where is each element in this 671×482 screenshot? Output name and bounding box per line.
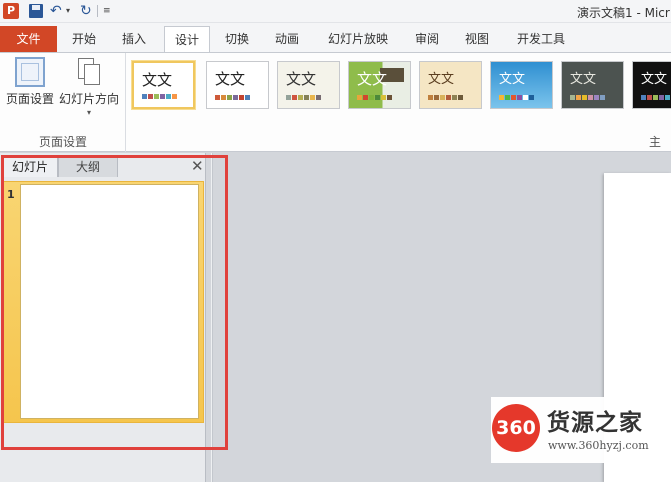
- theme-color-swatches: [570, 95, 616, 101]
- redo-icon[interactable]: ↻: [80, 3, 92, 19]
- ribbon: 页面设置 幻灯片方向 ▾ 页面设置 文文 文文 文文 文文 文文 文文 文文 文…: [0, 52, 671, 166]
- panel-splitter[interactable]: [211, 153, 213, 482]
- tab-home[interactable]: 开始: [67, 26, 101, 52]
- theme-color-swatches: [215, 95, 261, 101]
- tab-file[interactable]: 文件: [0, 26, 57, 52]
- tab-transitions[interactable]: 切换: [220, 26, 254, 52]
- tab-animations[interactable]: 动画: [270, 26, 304, 52]
- watermark-logo: 360: [492, 404, 540, 452]
- page-setup-icon: [15, 57, 45, 87]
- themes-group: 文文 文文 文文 文文 文文 文文 文文 文文 主: [127, 53, 671, 166]
- tab-developer[interactable]: 开发工具: [512, 26, 570, 52]
- panel-tabs: 幻灯片 大纲 ✕: [0, 155, 206, 177]
- slide-thumbnail[interactable]: [20, 184, 199, 419]
- page-setup-label: 页面设置: [5, 92, 54, 106]
- theme-sample-text: 文文: [215, 70, 246, 88]
- tab-view[interactable]: 视图: [460, 26, 494, 52]
- theme-color-swatches: [357, 95, 403, 101]
- slide-orientation-label: 幻灯片方向: [58, 92, 119, 106]
- page-setup-button[interactable]: 页面设置: [4, 57, 56, 107]
- title-bar: P ↶ ▾ ↻ ≡ 演示文稿1 - Micr: [0, 0, 671, 23]
- theme-color-swatches: [641, 95, 671, 101]
- theme-sample-text: 文文: [499, 72, 526, 87]
- chevron-down-icon: ▾: [86, 108, 91, 117]
- tab-slides[interactable]: 幻灯片: [2, 155, 58, 177]
- theme-thumbnail-2[interactable]: 文文: [206, 61, 269, 109]
- powerpoint-app-icon[interactable]: P: [3, 3, 19, 19]
- theme-thumbnail-3[interactable]: 文文: [277, 61, 340, 109]
- watermark-name: 货源之家: [547, 410, 643, 436]
- page-setup-group-caption: 页面设置: [38, 135, 87, 149]
- tab-slideshow[interactable]: 幻灯片放映: [325, 26, 391, 52]
- theme-thumbnail-8[interactable]: 文文: [632, 61, 671, 109]
- theme-thumbnail-office[interactable]: 文文: [132, 61, 195, 109]
- tab-review[interactable]: 审阅: [410, 26, 444, 52]
- window-title: 演示文稿1 - Micr: [577, 6, 670, 20]
- theme-color-swatches: [428, 95, 474, 101]
- theme-color-swatches: [286, 95, 332, 101]
- undo-dropdown-icon[interactable]: ▾: [66, 3, 70, 19]
- ribbon-tab-row: 文件 开始 插入 设计 切换 动画 幻灯片放映 审阅 视图 开发工具: [0, 23, 671, 53]
- theme-sample-text: 文文: [570, 72, 597, 87]
- slide-orientation-icon: [76, 57, 102, 87]
- theme-thumbnail-4[interactable]: 文文: [348, 61, 411, 109]
- save-icon[interactable]: [29, 4, 43, 18]
- watermark: 360 货源之家 www.360hyzj.com: [491, 397, 671, 463]
- theme-thumbnail-5[interactable]: 文文: [419, 61, 482, 109]
- slide-number: 1: [7, 188, 15, 201]
- theme-thumbnail-6[interactable]: 文文: [490, 61, 553, 109]
- tab-design[interactable]: 设计: [164, 26, 210, 53]
- watermark-url: www.360hyzj.com: [548, 439, 649, 452]
- theme-sample-text: 文文: [142, 71, 173, 89]
- theme-sample-text: 文文: [286, 70, 317, 88]
- tab-outline[interactable]: 大纲: [58, 155, 118, 177]
- theme-color-swatches: [142, 94, 188, 100]
- theme-color-swatches: [499, 95, 545, 101]
- theme-thumbnail-7[interactable]: 文文: [561, 61, 624, 109]
- undo-icon[interactable]: ↶: [50, 3, 62, 19]
- theme-sample-text: 文文: [428, 72, 455, 87]
- customize-quick-access-icon[interactable]: ≡: [103, 3, 111, 19]
- slide-thumbnail-panel: 幻灯片 大纲 ✕ 1: [0, 153, 206, 482]
- tab-insert[interactable]: 插入: [117, 26, 151, 52]
- theme-sample-text: 文文: [357, 70, 388, 88]
- close-icon[interactable]: ✕: [191, 156, 204, 176]
- theme-sample-text: 文文: [641, 72, 668, 87]
- slide-orientation-button[interactable]: 幻灯片方向 ▾: [57, 57, 121, 117]
- quick-access-separator: [97, 5, 98, 17]
- page-setup-group: 页面设置 幻灯片方向 ▾ 页面设置: [0, 53, 126, 152]
